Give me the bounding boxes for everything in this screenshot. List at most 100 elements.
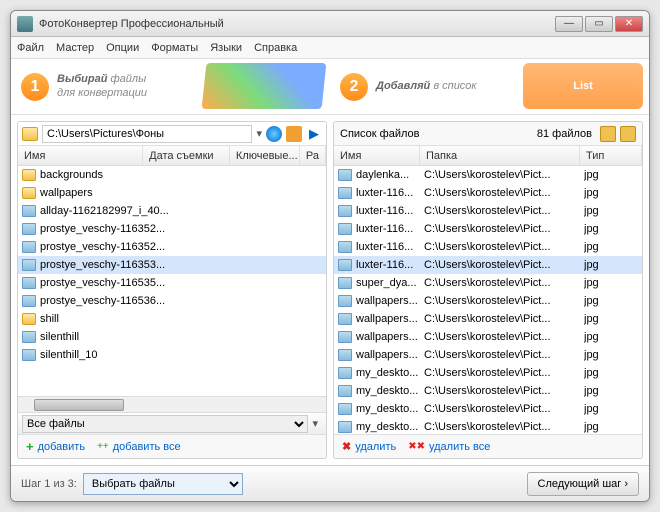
list-item[interactable]: silenthill	[18, 328, 326, 346]
list-item[interactable]: my_deskto...C:\Users\korostelev\Pict...j…	[334, 400, 642, 418]
list-item[interactable]: prostye_veschy-116535...	[18, 274, 326, 292]
rcol-folder[interactable]: Папка	[420, 146, 580, 165]
list-item[interactable]: prostye_veschy-116536...	[18, 292, 326, 310]
folder-icon	[22, 187, 36, 199]
maximize-button[interactable]: ▭	[585, 16, 613, 32]
rcol-type[interactable]: Тип	[580, 146, 642, 165]
item-folder: C:\Users\korostelev\Pict...	[424, 205, 584, 217]
item-name: wallpapers	[40, 187, 93, 199]
menubar: Файл Мастер Опции Форматы Языки Справка	[11, 37, 649, 59]
scroll-thumb[interactable]	[34, 399, 124, 411]
list-item[interactable]: luxter-116...C:\Users\korostelev\Pict...…	[334, 220, 642, 238]
save-list-icon[interactable]	[620, 126, 636, 142]
banner-step-1: 1 Выбирай файлы для конвертации	[11, 59, 330, 114]
image-file-icon	[338, 187, 352, 199]
item-name: luxter-116...	[356, 259, 424, 271]
item-name: prostye_veschy-116352...	[40, 241, 165, 253]
list-item[interactable]: luxter-116...C:\Users\korostelev\Pict...…	[334, 256, 642, 274]
list-item[interactable]: shill	[18, 310, 326, 328]
menu-help[interactable]: Справка	[254, 42, 297, 54]
menu-file[interactable]: Файл	[17, 42, 44, 54]
list-item[interactable]: prostye_veschy-116352...	[18, 238, 326, 256]
item-type: jpg	[584, 313, 638, 325]
menu-languages[interactable]: Языки	[210, 42, 242, 54]
step-2-rest: в список	[430, 80, 476, 92]
close-button[interactable]: ✕	[615, 16, 643, 32]
item-name: luxter-116...	[356, 187, 424, 199]
item-type: jpg	[584, 259, 638, 271]
list-item[interactable]: luxter-116...C:\Users\korostelev\Pict...…	[334, 202, 642, 220]
add-all-button[interactable]: ++добавить все	[97, 441, 181, 453]
item-folder: C:\Users\korostelev\Pict...	[424, 241, 584, 253]
list-item[interactable]: wallpapers...C:\Users\korostelev\Pict...…	[334, 292, 642, 310]
left-file-list[interactable]: backgrounds wallpapers allday-1162182997_i…	[18, 166, 326, 396]
list-item[interactable]: allday-1162182997_i_40...	[18, 202, 326, 220]
list-item[interactable]: wallpapers	[18, 184, 326, 202]
banner-step-2: 2 Добавляй в список List	[330, 59, 649, 114]
item-name: silenthill_10	[40, 349, 97, 361]
list-item[interactable]: super_dya...C:\Users\korostelev\Pict...j…	[334, 274, 642, 292]
step-indicator: Шаг 1 из 3:	[21, 478, 77, 490]
right-actions: ✖удалить ✖✖удалить все	[334, 434, 642, 458]
col-name[interactable]: Имя	[18, 146, 143, 165]
step-select[interactable]: Выбрать файлы	[83, 473, 243, 495]
item-folder: C:\Users\korostelev\Pict...	[424, 223, 584, 235]
item-folder: C:\Users\korostelev\Pict...	[424, 367, 584, 379]
right-file-list[interactable]: daylenka...C:\Users\korostelev\Pict...jp…	[334, 166, 642, 434]
list-item[interactable]: luxter-116...C:\Users\korostelev\Pict...…	[334, 238, 642, 256]
list-item[interactable]: silenthill_10	[18, 346, 326, 364]
titlebar[interactable]: ФотоКонвертер Профессиональный — ▭ ✕	[11, 11, 649, 37]
list-item[interactable]: my_deskto...C:\Users\korostelev\Pict...j…	[334, 382, 642, 400]
list-item[interactable]: wallpapers...C:\Users\korostelev\Pict...…	[334, 310, 642, 328]
open-list-icon[interactable]	[600, 126, 616, 142]
go-icon[interactable]: ▶	[306, 126, 322, 142]
remove-button[interactable]: ✖удалить	[342, 440, 396, 453]
col-keywords[interactable]: Ключевые...	[230, 146, 300, 165]
remove-all-button[interactable]: ✖✖удалить все	[408, 441, 490, 453]
path-dropdown-icon[interactable]: ▾	[256, 127, 262, 140]
list-item[interactable]: daylenka...C:\Users\korostelev\Pict...jp…	[334, 166, 642, 184]
list-item[interactable]: my_deskto...C:\Users\korostelev\Pict...j…	[334, 364, 642, 382]
item-type: jpg	[584, 223, 638, 235]
window-title: ФотоКонвертер Профессиональный	[39, 18, 555, 30]
minimize-button[interactable]: —	[555, 16, 583, 32]
step-banner: 1 Выбирай файлы для конвертации 2 Добавл…	[11, 59, 649, 115]
list-item[interactable]: wallpapers...C:\Users\korostelev\Pict...…	[334, 346, 642, 364]
refresh-icon[interactable]	[266, 126, 282, 142]
path-input[interactable]	[42, 125, 252, 143]
step-1-line2: для конвертации	[57, 87, 147, 99]
image-file-icon	[338, 367, 352, 379]
item-type: jpg	[584, 187, 638, 199]
list-item[interactable]: my_deskto...C:\Users\korostelev\Pict...j…	[334, 418, 642, 434]
item-name: prostye_veschy-116536...	[40, 295, 165, 307]
image-file-icon	[338, 277, 352, 289]
add-button[interactable]: +добавить	[26, 439, 85, 454]
menu-master[interactable]: Мастер	[56, 42, 94, 54]
list-item[interactable]: prostye_veschy-116352...	[18, 220, 326, 238]
left-scrollbar[interactable]	[18, 396, 326, 412]
item-folder: C:\Users\korostelev\Pict...	[424, 421, 584, 433]
list-item[interactable]: wallpapers...C:\Users\korostelev\Pict...…	[334, 328, 642, 346]
col-date[interactable]: Дата съемки	[143, 146, 230, 165]
next-step-button[interactable]: Следующий шаг ›	[527, 472, 639, 496]
item-name: prostye_veschy-116535...	[40, 277, 165, 289]
file-list-pane: Список файлов 81 файлов Имя Папка Тип da…	[333, 121, 643, 459]
file-list-title: Список файлов	[340, 128, 419, 140]
list-item[interactable]: luxter-116...C:\Users\korostelev\Pict...…	[334, 184, 642, 202]
x-all-icon: ✖✖	[408, 441, 425, 452]
menu-formats[interactable]: Форматы	[151, 42, 198, 54]
thumbnail-view-icon[interactable]	[286, 126, 302, 142]
file-filter-select[interactable]: Все файлы	[22, 415, 308, 433]
step-1-bold: Выбирай	[57, 73, 107, 85]
item-name: shill	[40, 313, 59, 325]
list-item[interactable]: prostye_veschy-116353...	[18, 256, 326, 274]
list-item[interactable]: backgrounds	[18, 166, 326, 184]
item-type: jpg	[584, 385, 638, 397]
step-2-number: 2	[340, 73, 368, 101]
step-1-rest: файлы	[107, 73, 146, 85]
menu-options[interactable]: Опции	[106, 42, 139, 54]
rcol-name[interactable]: Имя	[334, 146, 420, 165]
item-type: jpg	[584, 331, 638, 343]
image-file-icon	[22, 241, 36, 253]
col-rating[interactable]: Ра	[300, 146, 326, 165]
